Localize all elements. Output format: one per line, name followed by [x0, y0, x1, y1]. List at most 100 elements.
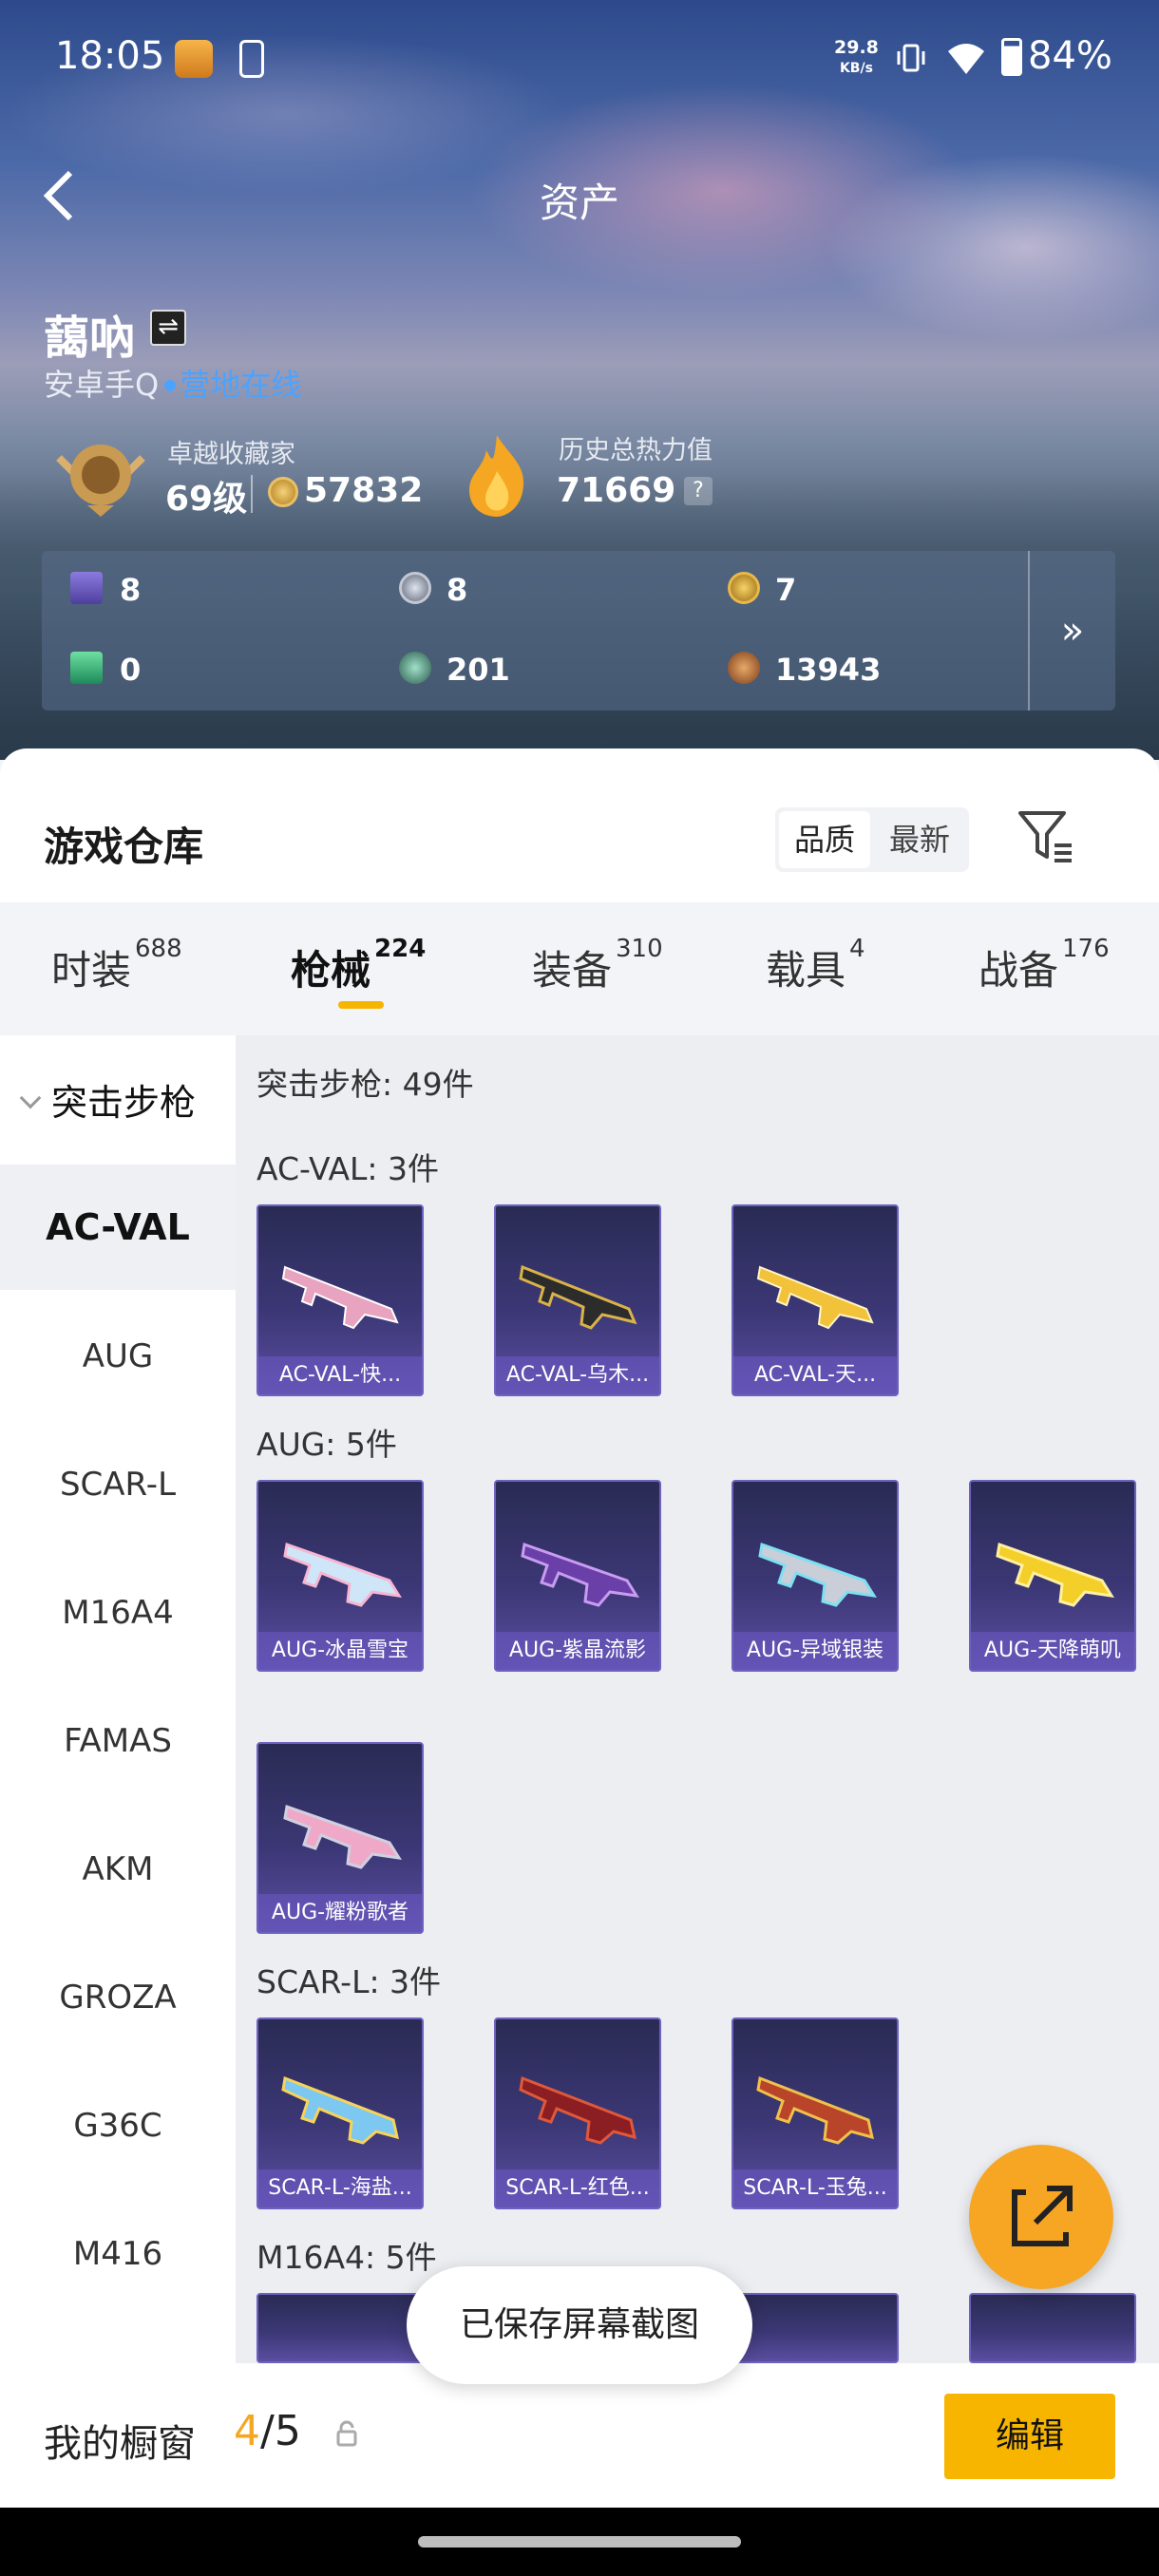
showcase-current: 4 [234, 2407, 260, 2455]
item-name: AUG-冰晶雪宝 [258, 1632, 422, 1670]
sidebar-item-akm[interactable]: AKM [0, 1807, 236, 1932]
currency-more-icon[interactable]: » [1028, 551, 1115, 710]
level: 69级 [165, 480, 248, 519]
item-card[interactable]: AUG-天降萌叽 [969, 1480, 1136, 1672]
battery-icon [1001, 38, 1022, 76]
phone-link-icon [239, 40, 264, 78]
rifle-icon [283, 1542, 402, 1607]
tab-count: 176 [1062, 935, 1110, 963]
wifi-icon [948, 44, 984, 74]
item-name: SCAR-L-玉兔... [733, 2169, 897, 2207]
item-card[interactable]: SCAR-L-红色... [494, 2017, 661, 2209]
currency-value: 7 [775, 572, 797, 608]
chevron-down-icon [19, 1087, 42, 1109]
item-card[interactable]: AUG-冰晶雪宝 [256, 1480, 424, 1672]
switch-account-icon[interactable]: ⇌ [150, 310, 186, 346]
item-card-partial[interactable] [969, 2293, 1136, 2363]
group-header-scar-l: SCAR-L: 3件 [256, 1963, 442, 2000]
tab-count: 4 [849, 935, 865, 963]
rifle-icon [521, 1542, 639, 1607]
category-tabs: 时装 688 枪械 224 装备 310 载具 4 战备 176 [0, 902, 1159, 1035]
lock-icon [336, 2420, 357, 2447]
bronze-coin-icon [728, 652, 760, 684]
network-speed: 29.8 KB/s [834, 38, 879, 78]
home-gesture-handle[interactable] [418, 2536, 741, 2548]
status-time: 18:05 [55, 34, 165, 78]
rifle-icon [996, 1542, 1114, 1607]
item-card[interactable]: AC-VAL-快... [256, 1204, 424, 1396]
rifle-icon [519, 2075, 637, 2145]
sidebar-item-famas[interactable]: FAMAS [0, 1678, 236, 1804]
edit-button[interactable]: 编辑 [944, 2394, 1115, 2479]
rifle-icon [281, 2075, 400, 2145]
tab-count: 224 [374, 935, 427, 963]
sidebar-item-m16a4[interactable]: M16A4 [0, 1550, 236, 1676]
tab-fashion[interactable]: 时装 688 [51, 935, 182, 996]
currency-value: 0 [120, 652, 142, 688]
rifle-icon [281, 1265, 399, 1330]
currency-value: 13943 [775, 652, 882, 688]
filter-icon[interactable] [1016, 809, 1075, 864]
green-card-icon [70, 652, 103, 684]
sidebar-item-groza[interactable]: GROZA [0, 1935, 236, 2060]
item-card-partial[interactable] [256, 2293, 424, 2363]
tab-equipment[interactable]: 装备 310 [532, 935, 663, 996]
item-card[interactable]: AC-VAL-乌木... [494, 1204, 661, 1396]
sidebar-item-m416[interactable]: M416 [0, 2191, 236, 2317]
collector-badge-icon [56, 445, 145, 517]
showcase-count: 4/5 [234, 2407, 301, 2455]
rifle-icon [756, 2075, 875, 2145]
game-app-icon [175, 40, 213, 78]
tab-label: 枪械 [291, 947, 371, 994]
tab-label: 载具 [766, 947, 846, 994]
item-card-partial[interactable] [732, 2293, 899, 2363]
sidebar-item-scar-l[interactable]: SCAR-L [0, 1422, 236, 1547]
sidebar-item-ac-val[interactable]: AC-VAL [0, 1165, 236, 1290]
tab-label: 装备 [532, 947, 613, 994]
rifle-icon [283, 1804, 402, 1869]
tab-count: 688 [135, 935, 182, 963]
currency-panel: 8 8 7 0 201 13943 » [42, 551, 1115, 710]
sidebar-category[interactable]: 突击步枪 [17, 1073, 196, 1126]
sort-quality-button[interactable]: 品质 [779, 811, 870, 868]
battery-percent: 84% [1028, 34, 1112, 78]
currency-value: 8 [120, 572, 142, 608]
app-screen: 18:05 29.8 KB/s 84% 资产 藹吶 ⇌ 安卓手Q 营地在线 卓越收… [0, 0, 1159, 2576]
share-button[interactable] [969, 2145, 1113, 2289]
item-name: AUG-异域银装 [733, 1632, 897, 1670]
item-card[interactable]: SCAR-L-海盐... [256, 2017, 424, 2209]
status-bar: 18:05 29.8 KB/s 84% [0, 0, 1159, 114]
rifle-icon [519, 1264, 637, 1330]
item-card[interactable]: AUG-异域银装 [732, 1480, 899, 1672]
sidebar-category-label: 突击步枪 [51, 1082, 197, 1124]
currency-value: 201 [446, 652, 510, 688]
item-card[interactable]: AUG-紫晶流影 [494, 1480, 661, 1672]
tab-guns[interactable]: 枪械 224 [291, 935, 427, 996]
flame-icon [469, 435, 524, 517]
showcase-label: 我的橱窗 [44, 2422, 196, 2466]
screenshot-toast: 已保存屏幕截图 [407, 2266, 752, 2384]
item-card[interactable]: AC-VAL-天... [732, 1204, 899, 1396]
coin-icon [268, 477, 298, 507]
network-speed-value: 29.8 [834, 37, 879, 58]
sort-newest-button[interactable]: 最新 [874, 811, 965, 868]
item-name: SCAR-L-海盐... [258, 2169, 422, 2207]
tab-supplies[interactable]: 战备 176 [978, 935, 1110, 996]
category-count: 突击步枪: 49件 [256, 1066, 474, 1103]
tab-vehicles[interactable]: 载具 4 [766, 935, 865, 996]
warehouse-title: 游戏仓库 [44, 824, 204, 870]
sidebar-item-g36c[interactable]: G36C [0, 2063, 236, 2188]
item-name: AUG-紫晶流影 [496, 1632, 659, 1670]
group-header-m16a4: M16A4: 5件 [256, 2239, 437, 2276]
purple-card-icon [70, 572, 103, 604]
help-icon[interactable]: ? [684, 477, 712, 505]
item-name: AC-VAL-乌木... [496, 1356, 659, 1394]
active-tab-indicator [338, 1001, 384, 1009]
item-card[interactable]: AUG-耀粉歌者 [256, 1742, 424, 1934]
currency-value: 8 [446, 572, 468, 608]
tab-label: 时装 [51, 947, 132, 994]
tab-count: 310 [616, 935, 663, 963]
platform-line: 安卓手Q 营地在线 [44, 361, 301, 405]
sidebar-item-aug[interactable]: AUG [0, 1294, 236, 1419]
item-card[interactable]: SCAR-L-玉兔... [732, 2017, 899, 2209]
